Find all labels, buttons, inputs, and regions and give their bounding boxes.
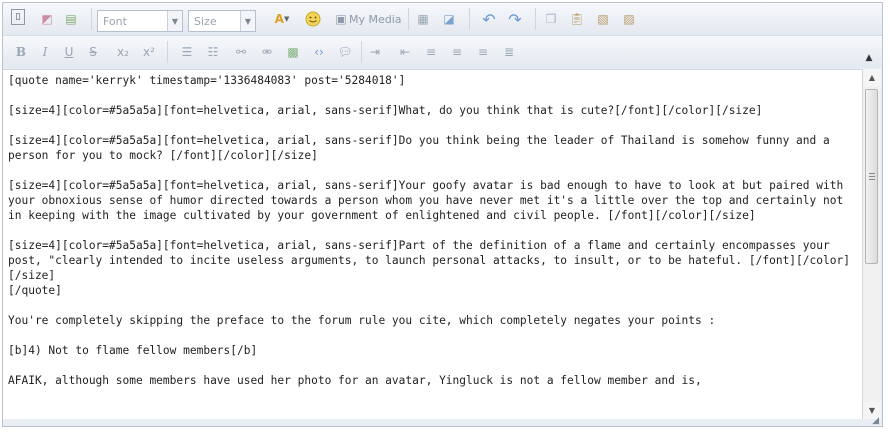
toolbar-row-2: B I U S x₂ x² ☰ ☷ ⚯ ⚮ ▩ ‹› 💬︎ ⇥ ⇤ ≡ ≡ ≡ … <box>3 36 882 68</box>
underline-icon[interactable]: U <box>59 42 79 62</box>
source-icon[interactable]: ▯ <box>11 9 25 25</box>
rich-text-editor: ▯ ◩ ▤ Font ▼ Size ▼ A ▼ ▣ My Media ▦ ◪ ↶ … <box>2 2 883 427</box>
table-icon[interactable]: ▦ <box>413 9 433 29</box>
editor-content: [quote name='kerryk' timestamp='13364840… <box>3 70 862 391</box>
separator <box>167 41 168 63</box>
separator <box>91 8 92 30</box>
remove-format-icon[interactable]: ◩ <box>37 9 57 29</box>
link-icon[interactable]: ⚯ <box>231 42 251 62</box>
superscript-glyph: x² <box>143 45 155 59</box>
outdent-icon[interactable]: ⇤ <box>395 42 415 62</box>
numbered-list-icon[interactable]: ☷ <box>203 42 223 62</box>
subscript-glyph: x₂ <box>117 45 129 59</box>
separator <box>469 8 470 30</box>
collapse-toolbar-icon[interactable]: ▲ <box>859 48 879 68</box>
editor-paragraph: AFAIK, although some members have used h… <box>8 374 702 387</box>
strike-glyph: S <box>89 45 97 59</box>
align-center-icon[interactable]: ≡ <box>447 42 467 62</box>
resize-grip-icon[interactable]: ◢ <box>872 416 879 426</box>
italic-glyph: I <box>42 45 48 59</box>
toolbar-row-1: ▯ ◩ ▤ Font ▼ Size ▼ A ▼ ▣ My Media ▦ ◪ ↶ … <box>3 3 882 36</box>
unlink-icon[interactable]: ⚮ <box>257 42 277 62</box>
smiley-icon[interactable] <box>303 9 323 29</box>
justify-icon[interactable]: ≣ <box>499 42 519 62</box>
font-select-label: Font <box>103 15 127 28</box>
subscript-icon[interactable]: x₂ <box>113 42 133 62</box>
undo-icon[interactable]: ↶ <box>479 9 499 29</box>
editor-paragraph: [size=4][color=#5a5a5a][font=helvetica, … <box>8 104 763 117</box>
editor-paragraph: [size=4][color=#5a5a5a][font=helvetica, … <box>8 239 850 282</box>
size-select-label: Size <box>194 15 217 28</box>
paste-text-icon[interactable]: ▤ <box>61 9 81 29</box>
grip-line <box>869 179 875 180</box>
special-char-icon[interactable]: ◪ <box>439 9 459 29</box>
superscript-icon[interactable]: x² <box>139 42 159 62</box>
media-icon[interactable]: ▣ <box>331 9 351 29</box>
scroll-up-icon[interactable]: ▲ <box>863 69 881 86</box>
chevron-down-icon: ▼ <box>167 11 182 31</box>
vertical-scrollbar[interactable]: ▲ ▼ <box>862 69 881 419</box>
scrollbar-thumb[interactable] <box>865 89 878 264</box>
font-select[interactable]: Font ▼ <box>97 10 183 32</box>
align-left-icon[interactable]: ≡ <box>421 42 441 62</box>
quote-icon[interactable]: 💬︎ <box>335 42 355 62</box>
code-icon[interactable]: ‹› <box>309 42 329 62</box>
underline-glyph: U <box>64 45 74 59</box>
editor-paragraph: [b]4) Not to flame fellow members[/b] <box>8 344 258 357</box>
editor-paragraph: [size=4][color=#5a5a5a][font=helvetica, … <box>8 179 850 222</box>
bold-glyph: B <box>15 45 27 59</box>
paste-icon[interactable]: 📋︎ <box>567 9 587 29</box>
separator <box>408 8 409 30</box>
size-select[interactable]: Size ▼ <box>188 10 256 32</box>
paste-word-icon[interactable]: ▧ <box>593 9 613 29</box>
editor-paragraph: [size=4][color=#5a5a5a][font=helvetica, … <box>8 134 837 162</box>
chevron-down-icon: ▼ <box>240 11 255 31</box>
collapse-glyph: ▲ <box>865 53 873 63</box>
my-media-label[interactable]: My Media <box>349 13 402 26</box>
resize-bar[interactable]: ◢ <box>3 416 882 426</box>
copy-icon[interactable]: ❐ <box>541 9 561 29</box>
editor-textarea[interactable]: [quote name='kerryk' timestamp='13364840… <box>3 69 862 420</box>
paste-plain-icon[interactable]: ▨ <box>619 9 639 29</box>
editor-paragraph: You're completely skipping the preface t… <box>8 314 716 327</box>
indent-icon[interactable]: ⇥ <box>365 42 385 62</box>
align-right-icon[interactable]: ≡ <box>473 42 493 62</box>
image-icon[interactable]: ▩ <box>283 42 303 62</box>
grip-line <box>869 176 875 177</box>
bullet-list-icon[interactable]: ☰ <box>177 42 197 62</box>
bold-icon[interactable]: B <box>11 42 31 62</box>
text-color-glyph: A <box>274 12 284 26</box>
grip-line <box>869 173 875 174</box>
text-color-icon[interactable]: A ▼ <box>269 9 295 29</box>
quote-open-line: [quote name='kerryk' timestamp='13364840… <box>8 74 406 87</box>
strikethrough-icon[interactable]: S <box>83 42 103 62</box>
italic-icon[interactable]: I <box>35 42 55 62</box>
quote-close-line: [/quote] <box>8 284 62 297</box>
separator <box>361 41 362 63</box>
separator <box>535 8 536 30</box>
redo-icon[interactable]: ↷ <box>505 9 525 29</box>
